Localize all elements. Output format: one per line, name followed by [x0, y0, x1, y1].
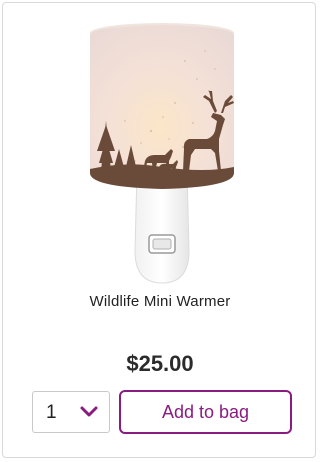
- product-name[interactable]: Wildlife Mini Warmer: [3, 293, 317, 310]
- quantity-select[interactable]: 1: [32, 391, 110, 433]
- product-price: $25.00: [126, 351, 194, 376]
- product-card: Wildlife Mini Warmer $25.00 1 Add to bag: [2, 2, 316, 458]
- quantity-value: 1: [46, 402, 57, 423]
- chevron-down-icon: [80, 406, 98, 417]
- product-image[interactable]: [65, 21, 259, 287]
- add-to-bag-button[interactable]: Add to bag: [119, 390, 292, 434]
